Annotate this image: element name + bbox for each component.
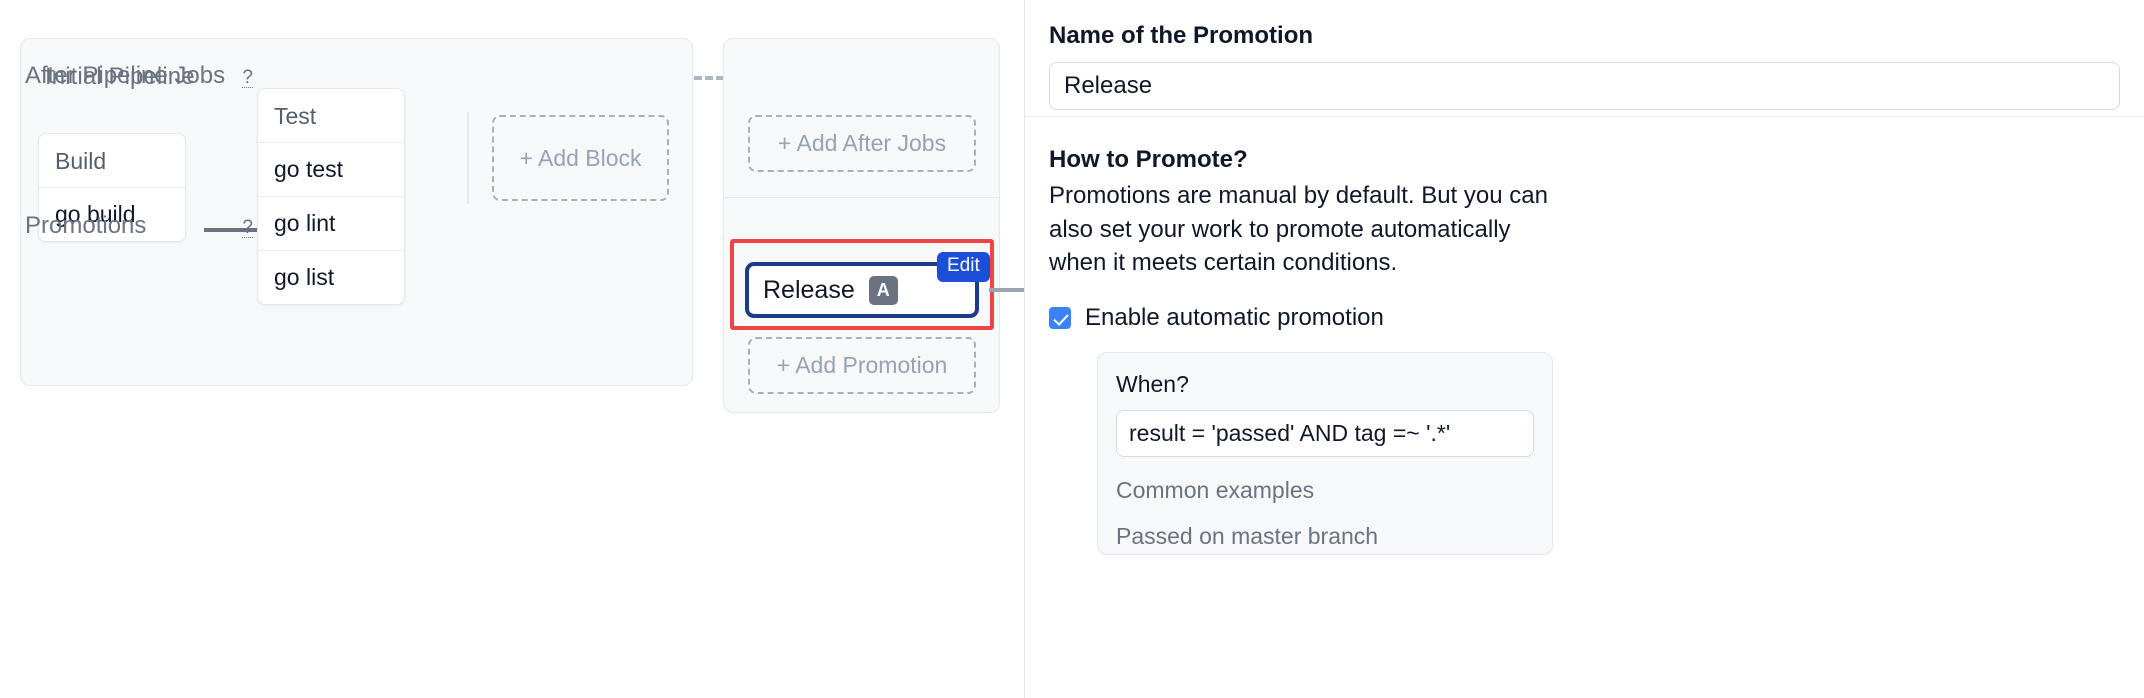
- block-name: Test: [258, 89, 404, 143]
- add-after-jobs-button[interactable]: + Add After Jobs: [748, 115, 976, 172]
- help-icon[interactable]: ?: [242, 218, 253, 238]
- add-promotion-button[interactable]: + Add Promotion: [748, 337, 976, 394]
- promotion-settings-panel: Name of the Promotion How to Promote? Pr…: [1024, 0, 2144, 698]
- enable-automatic-promotion-checkbox[interactable]: [1049, 306, 1071, 329]
- how-to-promote-section: How to Promote? Promotions are manual by…: [1025, 116, 2144, 555]
- add-block-button[interactable]: + Add Block: [492, 115, 669, 201]
- automatic-promotion-chip: A: [868, 275, 898, 305]
- when-label: When?: [1116, 370, 1189, 397]
- app-root: Initial Pipeline Build go build Test go …: [0, 0, 2144, 698]
- edit-badge[interactable]: Edit: [937, 252, 990, 282]
- block-job: go list: [274, 264, 335, 290]
- common-example-item[interactable]: Passed on master branch: [1116, 523, 1534, 550]
- block-card-test[interactable]: Test go test go lint go list: [257, 88, 405, 305]
- promotions-header: Promotions ?: [25, 212, 253, 240]
- how-to-promote-title: How to Promote?: [1049, 146, 1248, 173]
- group-divider: [724, 197, 999, 198]
- after-pipeline-jobs-title: After Pipeline Jobs: [25, 62, 226, 89]
- enable-automatic-promotion-row[interactable]: Enable automatic promotion: [1049, 304, 2120, 332]
- common-examples-title: Common examples: [1116, 476, 1315, 503]
- promotion-card-label: Release: [763, 275, 855, 304]
- enable-automatic-promotion-label: Enable automatic promotion: [1085, 303, 1384, 331]
- help-icon[interactable]: ?: [242, 68, 253, 88]
- when-condition-card: When? Common examples Passed on master b…: [1097, 351, 1553, 555]
- how-to-promote-description: Promotions are manual by default. But yo…: [1049, 182, 1548, 277]
- block-job: go lint: [258, 197, 404, 251]
- promotions-title: Promotions: [25, 212, 147, 239]
- after-pipeline-jobs-header: After Pipeline Jobs ?: [25, 62, 253, 90]
- add-block-divider: [467, 112, 469, 204]
- promotion-name-label: Name of the Promotion: [1049, 22, 1314, 49]
- block-job: go test: [258, 143, 404, 197]
- workflow-canvas: Initial Pipeline Build go build Test go …: [0, 0, 1031, 698]
- promotion-name-input[interactable]: [1049, 62, 2120, 110]
- block-name: Build: [39, 134, 185, 188]
- when-condition-input[interactable]: [1116, 409, 1534, 457]
